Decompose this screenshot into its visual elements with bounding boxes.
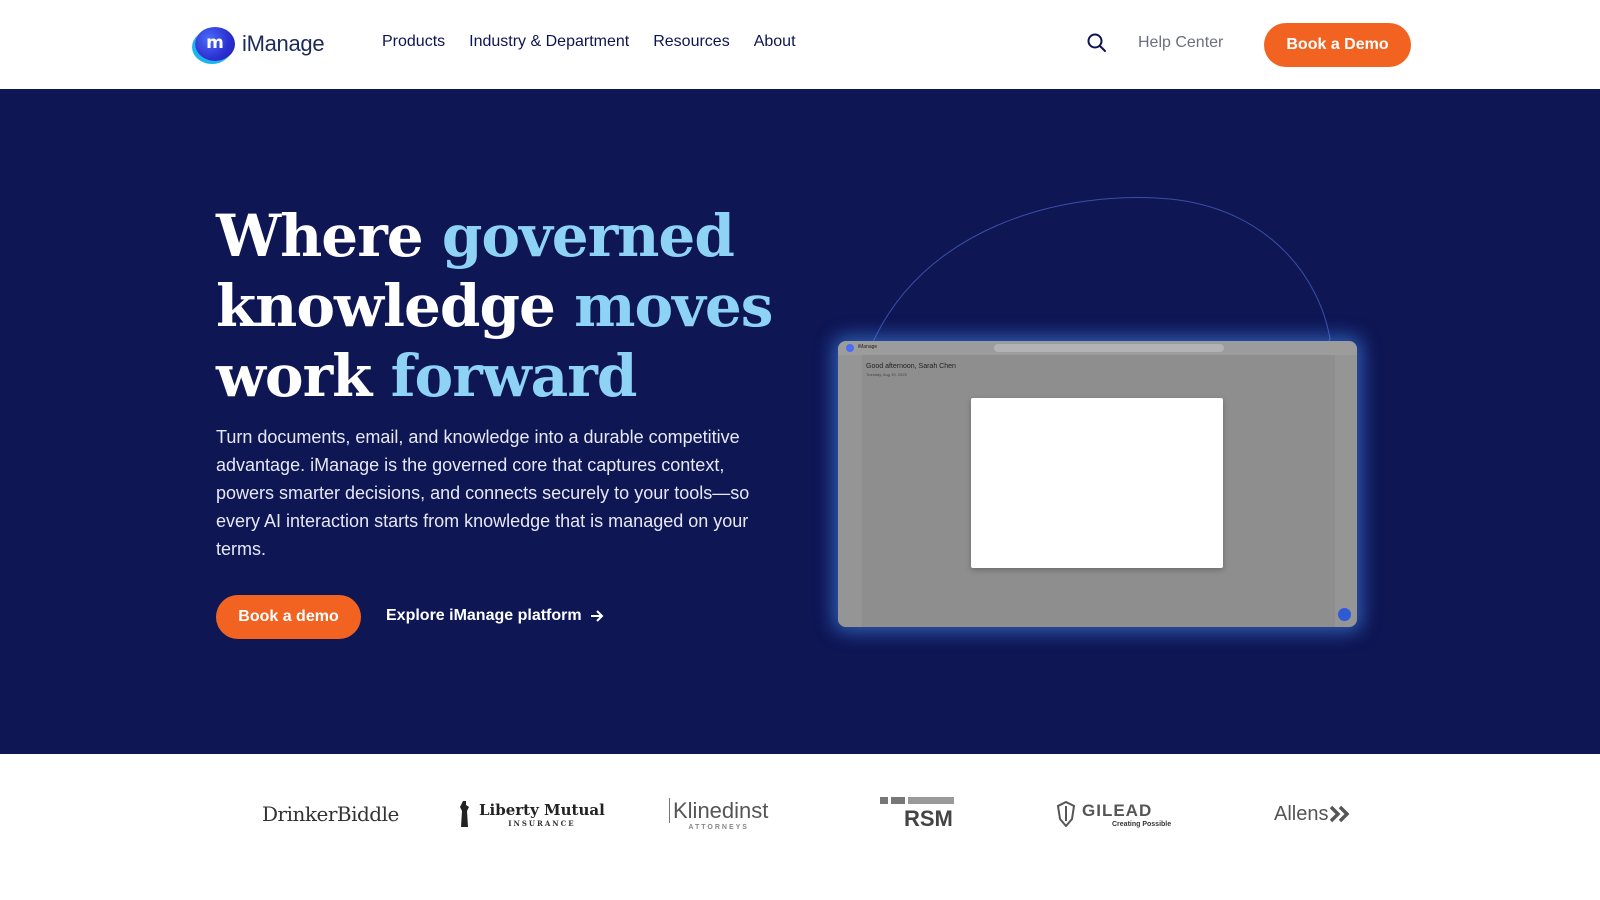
screenshot-modal	[971, 398, 1223, 568]
screenshot-fab-icon	[1338, 608, 1351, 621]
hero-visual: iManage Good afternoon, Sarah Chen Tuesd…	[800, 169, 1380, 629]
imanage-logo[interactable]: m iManage	[195, 27, 325, 61]
screenshot-right-panel	[1335, 355, 1357, 627]
hero-lead-text: Turn documents, email, and knowledge int…	[216, 427, 750, 559]
client-logos: DrinkerBiddle Liberty Mutual INSURANCE K…	[0, 754, 1600, 900]
logo-text: iManage	[242, 31, 325, 56]
client-logo-klinedinst: Klinedinst ATTORNEYS	[669, 794, 769, 834]
main-nav: Products Industry & Department Resources…	[382, 33, 796, 51]
rsm-bars-icon	[880, 796, 954, 804]
nav-item-products[interactable]: Products	[382, 33, 445, 51]
product-screenshot: iManage Good afternoon, Sarah Chen Tuesd…	[838, 341, 1357, 627]
gilead-shield-icon	[1056, 801, 1076, 827]
liberty-mutual-sub: INSURANCE	[508, 818, 576, 828]
screenshot-topbar: iManage	[838, 341, 1357, 355]
arrow-right-icon	[590, 610, 604, 622]
klinedinst-sub: ATTORNEYS	[688, 823, 749, 831]
headline-accent-2: moves	[574, 272, 773, 340]
help-center-link[interactable]: Help Center	[1138, 34, 1223, 52]
client-logo-rsm: RSM	[880, 794, 954, 834]
nav-item-resources[interactable]: Resources	[653, 33, 729, 51]
chevron-double-right-icon	[1330, 805, 1350, 823]
liberty-mutual-name: Liberty Mutual	[479, 800, 605, 819]
headline-part-3: work	[216, 342, 391, 410]
screenshot-greeting: Good afternoon, Sarah Chen	[866, 363, 956, 370]
screenshot-date: Tuesday, Aug 19, 2025	[866, 372, 907, 377]
client-logo-liberty-mutual: Liberty Mutual INSURANCE	[455, 794, 605, 834]
nav-item-industry-department[interactable]: Industry & Department	[469, 33, 629, 51]
client-logo-drinkerbiddle: DrinkerBiddle	[262, 802, 399, 826]
headline-accent-3: forward	[390, 342, 638, 410]
book-demo-button[interactable]: Book a Demo	[1264, 23, 1411, 67]
book-a-demo-button[interactable]: Book a demo	[216, 595, 361, 639]
explore-platform-label: Explore iManage platform	[386, 607, 582, 624]
imanage-logo-mark-icon: m	[195, 27, 235, 61]
client-logo-gilead: GILEAD Creating Possible	[1056, 794, 1171, 834]
nav-item-about[interactable]: About	[754, 33, 796, 51]
gilead-name: GILEAD	[1082, 800, 1153, 820]
site-header: m iManage Products Industry & Department…	[0, 0, 1600, 89]
screenshot-search-bar	[994, 344, 1224, 352]
screenshot-app-name: iManage	[858, 344, 878, 350]
headline-part-1: Where	[216, 202, 442, 270]
client-logo-allens: Allens	[1274, 794, 1352, 834]
hero-headline: Where governed knowledge moves work forw…	[216, 201, 776, 411]
screenshot-sidebar	[838, 355, 862, 627]
explore-platform-link[interactable]: Explore iManage platform	[386, 607, 604, 625]
hero-section: Where governed knowledge moves work forw…	[0, 89, 1600, 754]
screenshot-logo-icon	[846, 344, 854, 352]
headline-accent-1: governed	[441, 202, 735, 270]
logo-mark-letter: m	[206, 33, 224, 53]
rsm-name: RSM	[904, 805, 953, 831]
search-icon[interactable]	[1086, 32, 1108, 54]
statue-of-liberty-icon	[460, 801, 469, 827]
allens-name: Allens	[1274, 802, 1329, 825]
gilead-sub: Creating Possible	[1112, 820, 1172, 828]
headline-part-2: knowledge	[216, 272, 575, 340]
klinedinst-name: Klinedinst	[669, 797, 769, 823]
